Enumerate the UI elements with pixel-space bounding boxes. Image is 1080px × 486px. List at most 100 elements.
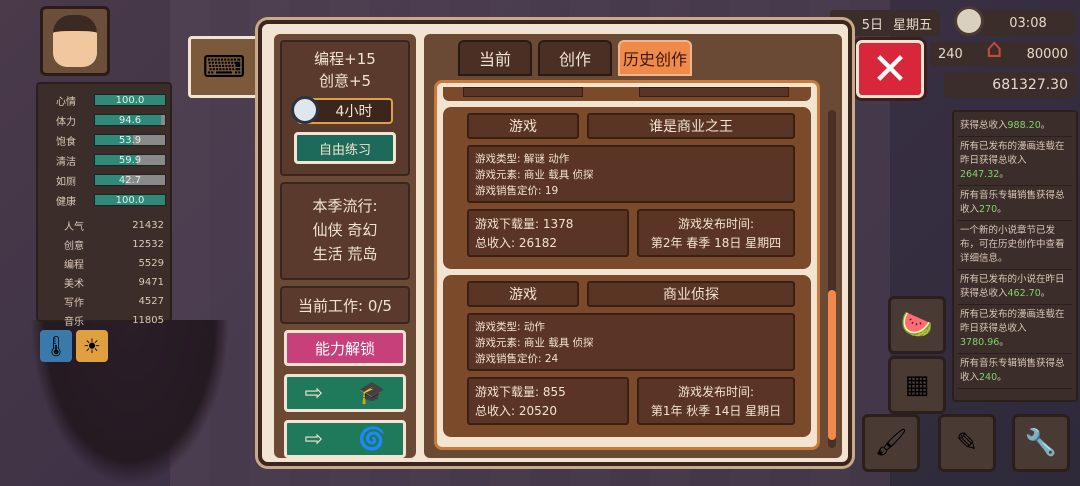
release-label: 游戏发布时间: bbox=[677, 385, 755, 399]
game-card[interactable]: 游戏 谁是商业之王 游戏类型: 解谜 动作 游戏元素: 商业 载具 侦探 游戏销… bbox=[443, 107, 811, 269]
stat-bar-row: 饱食 53.9 bbox=[42, 130, 166, 150]
close-icon: ✕ bbox=[871, 43, 909, 95]
attribute-label: 创意 bbox=[64, 241, 84, 252]
game-info: 游戏类型: 解谜 动作 游戏元素: 商业 载具 侦探 游戏销售定价: 19 bbox=[467, 145, 795, 203]
attribute-row: 创意 12532 bbox=[42, 235, 166, 254]
thermometer-icon[interactable]: 🌡 bbox=[40, 330, 72, 362]
work-sidebar: 编程+15 创意+5 4小时 自由练习 本季流行: 仙侠 奇幻 生活 荒岛 当前… bbox=[274, 34, 416, 458]
log-message: 获得总收入988.20。 bbox=[958, 116, 1072, 137]
history-list[interactable]: 游戏 谁是商业之王 游戏类型: 解谜 动作 游戏元素: 商业 载具 侦探 游戏销… bbox=[434, 80, 820, 450]
stat-bar-row: 如厕 42.7 bbox=[42, 170, 166, 190]
release-info: 游戏发布时间: 第2年 春季 18日 星期四 bbox=[637, 209, 795, 257]
stat-label: 健康 bbox=[56, 196, 76, 208]
download-count: 游戏下载量: 855 bbox=[475, 385, 566, 399]
stat-label: 如厕 bbox=[56, 176, 76, 188]
log-message: 所有已发布的漫画连载在昨日获得总收入 2647.32。 bbox=[958, 137, 1072, 186]
bonus-creativity: 创意+5 bbox=[318, 72, 372, 90]
tab-create[interactable]: 创作 bbox=[538, 40, 612, 76]
energy-value: 240 bbox=[938, 46, 963, 62]
attribute-row: 编程 5529 bbox=[42, 254, 166, 273]
attribute-label: 音乐 bbox=[64, 317, 84, 328]
stat-value: 53.9 bbox=[118, 135, 142, 146]
sales-info: 游戏下载量: 855 总收入: 20520 bbox=[467, 377, 629, 425]
stat-bar: 42.7 bbox=[94, 174, 166, 186]
tab-history[interactable]: 历史创作 bbox=[618, 40, 692, 76]
character-stats-panel: 心情 100.0 体力 94.6 饱食 53.9 清洁 59.9 如厕 42.7 健康 1… bbox=[36, 82, 172, 328]
message-text: 所有音乐专辑销售获得总收入 bbox=[960, 358, 1065, 383]
practice-box: 编程+15 创意+5 4小时 自由练习 bbox=[280, 40, 410, 176]
message-amount: 270 bbox=[979, 204, 998, 215]
game-card[interactable]: 游戏 商业侦探 游戏类型: 动作 游戏元素: 商业 载具 侦探 游戏销售定价: … bbox=[443, 275, 811, 437]
stat-bar-row: 清洁 59.9 bbox=[42, 150, 166, 170]
log-message: 所有音乐专辑销售获得总收入270。 bbox=[958, 186, 1072, 221]
study-button[interactable]: ⇨ 🎓 bbox=[284, 374, 406, 412]
day-text: 5日 bbox=[861, 17, 883, 33]
brush-icon: 🖌 bbox=[874, 428, 908, 458]
log-message: 所有已发布的小说在昨日获得总收入462.70。 bbox=[958, 270, 1072, 305]
attribute-label: 编程 bbox=[64, 260, 84, 271]
wrench-tool-button[interactable]: 🔧 bbox=[1012, 414, 1070, 472]
travel-button[interactable]: ⇨ 🌀 bbox=[284, 420, 406, 458]
sun-icon[interactable]: ☀ bbox=[76, 330, 108, 362]
game-elements: 游戏元素: 商业 载具 侦探 bbox=[475, 169, 594, 181]
device-icon: ▦ bbox=[904, 370, 930, 400]
total-revenue: 总收入: 20520 bbox=[475, 404, 558, 418]
attribute-row: 音乐 11805 bbox=[42, 311, 166, 330]
keyboard-icon: ⌨ bbox=[188, 36, 260, 98]
message-amount: 2647.32 bbox=[960, 169, 1000, 180]
ability-unlock-button[interactable]: 能力解锁 bbox=[284, 330, 406, 366]
brush-tool-button[interactable]: 🖌 bbox=[862, 414, 920, 472]
money-value: 681327.30 bbox=[992, 77, 1068, 93]
stat-label: 体力 bbox=[56, 116, 76, 128]
arrow-right-icon: ⇨ bbox=[304, 380, 323, 406]
stat-label: 清洁 bbox=[56, 156, 76, 168]
game-type: 游戏类型: 动作 bbox=[475, 321, 545, 333]
message-suffix: 。 bbox=[997, 372, 1007, 383]
stat-bar: 100.0 bbox=[94, 194, 166, 206]
stat-bar: 59.9 bbox=[94, 154, 166, 166]
attribute-row: 美术 9471 bbox=[42, 273, 166, 292]
pencil-icon: ✎ bbox=[956, 428, 978, 458]
scroll-thumb[interactable] bbox=[828, 290, 836, 440]
creation-dialog: 编程+15 创意+5 4小时 自由练习 本季流行: 仙侠 奇幻 生活 荒岛 当前… bbox=[258, 20, 852, 466]
stat-value: 100.0 bbox=[115, 195, 145, 206]
message-log[interactable]: 获得总收入988.20。 所有已发布的漫画连载在昨日获得总收入2647.32。 所有… bbox=[952, 110, 1078, 402]
status-bars: 心情 100.0 体力 94.6 饱食 53.9 清洁 59.9 如厕 42.7 健康 1… bbox=[42, 90, 166, 210]
attribute-label: 写作 bbox=[64, 298, 84, 309]
history-panel: 当前 创作 历史创作 游戏 谁是商业之王 游戏类型: 解谜 动作 游戏元素: 商… bbox=[424, 34, 842, 458]
game-price: 游戏销售定价: 19 bbox=[475, 185, 559, 197]
duration-display[interactable]: 4小时 bbox=[291, 96, 393, 124]
season-trend-box: 本季流行: 仙侠 奇幻 生活 荒岛 bbox=[280, 182, 410, 280]
current-work-count: 当前工作: 0/5 bbox=[280, 286, 410, 324]
total-revenue: 总收入: 26182 bbox=[475, 236, 558, 250]
scrollbar[interactable] bbox=[828, 110, 836, 448]
tab-current[interactable]: 当前 bbox=[458, 40, 532, 76]
pencil-tool-button[interactable]: ✎ bbox=[938, 414, 996, 472]
stat-value: 94.6 bbox=[118, 115, 142, 126]
previous-card-name bbox=[639, 87, 789, 97]
stat-label: 饱食 bbox=[56, 136, 76, 148]
house-icon[interactable]: ⌂ bbox=[986, 34, 1003, 64]
device-button[interactable]: ▦ bbox=[888, 356, 946, 414]
close-button[interactable]: ✕ bbox=[856, 40, 924, 98]
spiral-icon: 🌀 bbox=[358, 426, 386, 452]
attribute-value: 9471 bbox=[138, 277, 164, 288]
release-info: 游戏发布时间: 第1年 秋季 14日 星期日 bbox=[637, 377, 795, 425]
watermelon-button[interactable]: 🍉 bbox=[888, 296, 946, 354]
stat-bar: 100.0 bbox=[94, 94, 166, 106]
stat-bar: 94.6 bbox=[94, 114, 166, 126]
previous-card-tag bbox=[463, 87, 583, 97]
message-text: 所有已发布的漫画连载在昨日获得总收入 bbox=[960, 309, 1065, 334]
trend-title: 本季流行: bbox=[312, 197, 378, 215]
stat-value: 42.7 bbox=[118, 175, 142, 186]
status-effects: 🌡 ☀ bbox=[40, 330, 108, 362]
free-practice-button[interactable]: 自由练习 bbox=[294, 132, 396, 164]
message-text: 所有已发布的漫画连载在昨日获得总收入 bbox=[960, 141, 1065, 166]
graduation-cap-icon: 🎓 bbox=[358, 380, 386, 406]
character-avatar[interactable] bbox=[40, 6, 110, 76]
time-display: 03:08 bbox=[980, 10, 1076, 36]
work-category: 游戏 bbox=[467, 113, 579, 139]
clock-icon bbox=[954, 6, 984, 36]
attribute-row: 写作 4527 bbox=[42, 292, 166, 311]
wrench-icon: 🔧 bbox=[1024, 428, 1058, 458]
